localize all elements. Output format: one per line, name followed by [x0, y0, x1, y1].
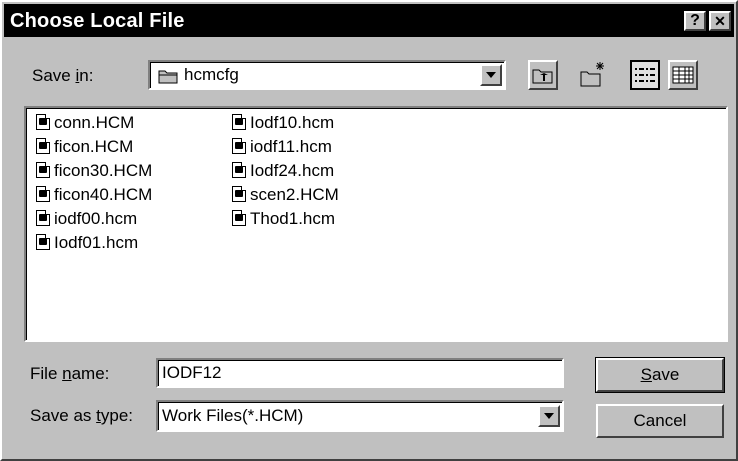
- file-icon: [36, 234, 50, 250]
- list-item[interactable]: ficon40.HCM: [36, 184, 152, 208]
- file-icon: [36, 114, 50, 130]
- file-name: Iodf24.hcm: [250, 161, 335, 180]
- list-view-icon: [635, 68, 655, 82]
- list-item[interactable]: scen2.HCM: [232, 184, 339, 208]
- list-item[interactable]: conn.HCM: [36, 112, 134, 136]
- new-folder-icon: [580, 62, 604, 87]
- file-name: scen2.HCM: [250, 185, 339, 204]
- file-name: conn.HCM: [54, 113, 135, 132]
- list-item[interactable]: iodf00.hcm: [36, 208, 137, 232]
- details-view-icon: [672, 66, 694, 84]
- close-button[interactable]: ✕: [709, 11, 731, 31]
- file-name-value: IODF12: [162, 363, 222, 382]
- file-name: Iodf10.hcm: [250, 113, 335, 132]
- file-dialog: Choose Local File ? ✕ Save in: hcmcfg co…: [0, 0, 738, 461]
- list-item[interactable]: Thod1.hcm: [232, 208, 335, 232]
- file-icon: [232, 138, 246, 154]
- folder-icon: [158, 68, 178, 89]
- file-name: ficon.HCM: [54, 137, 134, 156]
- file-name: ficon40.HCM: [54, 185, 153, 204]
- file-name: Iodf01.hcm: [54, 233, 139, 252]
- help-icon: ?: [690, 12, 700, 29]
- up-folder-icon: [532, 69, 553, 84]
- list-view-button[interactable]: [630, 60, 660, 90]
- file-name-label: File name:: [30, 364, 110, 383]
- file-name: Thod1.hcm: [250, 209, 336, 228]
- save-as-type-value: Work Files(*.HCM): [162, 406, 304, 425]
- save-in-value: hcmcfg: [184, 65, 239, 84]
- file-icon: [232, 186, 246, 202]
- close-icon: ✕: [714, 13, 726, 29]
- file-icon: [232, 210, 246, 226]
- save-in-label: Save in:: [32, 66, 94, 85]
- create-new-folder-button[interactable]: [578, 60, 608, 90]
- list-item[interactable]: Iodf10.hcm: [232, 112, 334, 136]
- dialog-title: Choose Local File: [10, 10, 185, 32]
- cancel-button[interactable]: Cancel: [596, 404, 724, 438]
- list-item[interactable]: Iodf24.hcm: [232, 160, 334, 184]
- file-icon: [36, 138, 50, 154]
- file-name-input[interactable]: IODF12: [156, 358, 564, 388]
- list-item[interactable]: Iodf01.hcm: [36, 232, 138, 256]
- up-one-level-button[interactable]: [528, 60, 558, 90]
- help-button[interactable]: ?: [684, 11, 706, 31]
- file-icon: [36, 186, 50, 202]
- file-name: ficon30.HCM: [54, 161, 153, 180]
- list-item[interactable]: ficon30.HCM: [36, 160, 152, 184]
- details-view-button[interactable]: [668, 60, 698, 90]
- file-icon: [232, 162, 246, 178]
- chevron-down-icon[interactable]: [538, 405, 560, 427]
- file-name: iodf11.hcm: [250, 137, 332, 156]
- file-icon: [36, 162, 50, 178]
- save-as-type-dropdown[interactable]: Work Files(*.HCM): [156, 400, 564, 432]
- list-item[interactable]: ficon.HCM: [36, 136, 133, 160]
- save-button[interactable]: Save: [595, 357, 725, 393]
- list-item[interactable]: iodf11.hcm: [232, 136, 332, 160]
- file-name: iodf00.hcm: [54, 209, 138, 228]
- save-as-type-label: Save as type:: [30, 406, 134, 425]
- file-icon: [36, 210, 50, 226]
- chevron-down-icon[interactable]: [480, 64, 502, 86]
- file-icon: [232, 114, 246, 130]
- save-in-dropdown[interactable]: hcmcfg: [148, 60, 506, 90]
- title-bar[interactable]: Choose Local File ? ✕: [4, 4, 734, 37]
- file-list[interactable]: conn.HCM ficon.HCM ficon30.HCM ficon40.HCM i…: [24, 106, 728, 342]
